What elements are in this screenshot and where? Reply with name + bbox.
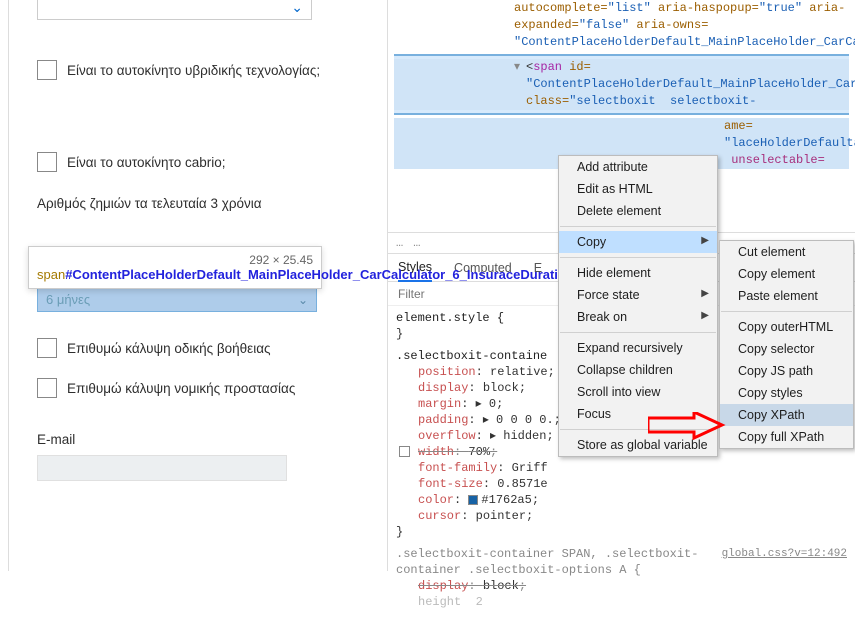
submenu-arrow-icon: ▶: [701, 288, 709, 299]
ctx-copy-js-path[interactable]: Copy JS path: [720, 360, 853, 382]
expand-triangle-icon[interactable]: ▾: [514, 59, 520, 76]
checkbox-cabrio[interactable]: [37, 152, 57, 172]
annotation-arrow-icon: [648, 412, 728, 440]
dropdown-selected-value: 6 μήνες: [46, 292, 90, 307]
label-hybrid: Είναι το αυτοκίνητο υβριδικής τεχνολογία…: [67, 63, 320, 78]
ctx-cut-element[interactable]: Cut element: [720, 241, 853, 263]
checkbox-legal[interactable]: [37, 378, 57, 398]
ctx-copy-full-xpath[interactable]: Copy full XPath: [720, 426, 853, 448]
separator: [560, 226, 716, 227]
separator: [721, 311, 852, 312]
context-submenu-copy: Cut element Copy element Paste element C…: [719, 240, 854, 449]
ctx-collapse-children[interactable]: Collapse children: [559, 359, 717, 381]
ctx-copy-xpath[interactable]: Copy XPath: [720, 404, 853, 426]
checkbox-road-assist[interactable]: [37, 338, 57, 358]
label-damages: Αριθμός ζημιών τα τελευταία 3 χρόνια: [37, 196, 359, 211]
label-road-assist: Επιθυμώ κάλυψη οδικής βοήθειας: [67, 341, 271, 356]
checkbox-row-cabrio: Είναι το αυτοκίνητο cabrio;: [37, 152, 359, 172]
submenu-arrow-icon: ▶: [701, 310, 709, 321]
ctx-hide-element[interactable]: Hide element: [559, 262, 717, 284]
ctx-paste-element[interactable]: Paste element: [720, 285, 853, 307]
submenu-arrow-icon: ▶: [701, 235, 709, 246]
label-cabrio: Είναι το αυτοκίνητο cabrio;: [67, 155, 225, 170]
label-email: E-mail: [37, 432, 359, 447]
color-swatch-icon[interactable]: [468, 495, 478, 505]
tooltip-tag: span: [37, 267, 65, 282]
ctx-expand-recursively[interactable]: Expand recursively: [559, 337, 717, 359]
inspector-tooltip: 292 × 25.45 span#ContentPlaceHolderDefau…: [28, 246, 322, 289]
checkbox-row-legal: Επιθυμώ κάλυψη νομικής προστασίας: [37, 378, 359, 398]
chevron-down-icon: ⌄: [298, 293, 308, 307]
checkbox-row-road-assist: Επιθυμώ κάλυψη οδικής βοήθειας: [37, 338, 359, 358]
ctx-copy-element[interactable]: Copy element: [720, 263, 853, 285]
separator: [560, 332, 716, 333]
property-toggle-checkbox[interactable]: [399, 446, 410, 457]
crumb-ellipsis[interactable]: …: [413, 236, 420, 250]
ctx-copy[interactable]: Copy▶: [559, 231, 717, 253]
dropdown-insurance-duration-highlighted[interactable]: 6 μήνες ⌄: [37, 287, 317, 312]
ctx-edit-as-html[interactable]: Edit as HTML: [559, 178, 717, 200]
ctx-force-state[interactable]: Force state▶: [559, 284, 717, 306]
chevron-down-icon: ⌄: [291, 0, 303, 16]
checkbox-hybrid[interactable]: [37, 60, 57, 80]
email-field[interactable]: [37, 455, 287, 481]
ctx-copy-styles[interactable]: Copy styles: [720, 382, 853, 404]
label-legal: Επιθυμώ κάλυψη νομικής προστασίας: [67, 381, 295, 396]
ctx-delete-element[interactable]: Delete element: [559, 200, 717, 222]
checkbox-row-hybrid: Είναι το αυτοκίνητο υβριδικής τεχνολογία…: [37, 60, 359, 80]
ctx-add-attribute[interactable]: Add attribute: [559, 156, 717, 178]
rule-source-link[interactable]: global.css?v=12:492: [722, 546, 847, 562]
crumb-ellipsis[interactable]: …: [396, 236, 403, 250]
separator: [560, 257, 716, 258]
ctx-break-on[interactable]: Break on▶: [559, 306, 717, 328]
dropdown-generic[interactable]: ⌄: [37, 0, 312, 20]
tooltip-dimensions: 292 × 25.45: [249, 253, 313, 267]
ctx-copy-selector[interactable]: Copy selector: [720, 338, 853, 360]
tooltip-id: #ContentPlaceHolderDefault_MainPlaceHold…: [65, 267, 626, 282]
ctx-copy-outerhtml[interactable]: Copy outerHTML: [720, 316, 853, 338]
dom-selected-node[interactable]: ▾<span id= "ContentPlaceHolderDefault_Ma…: [394, 54, 849, 115]
ctx-scroll-into-view[interactable]: Scroll into view: [559, 381, 717, 403]
